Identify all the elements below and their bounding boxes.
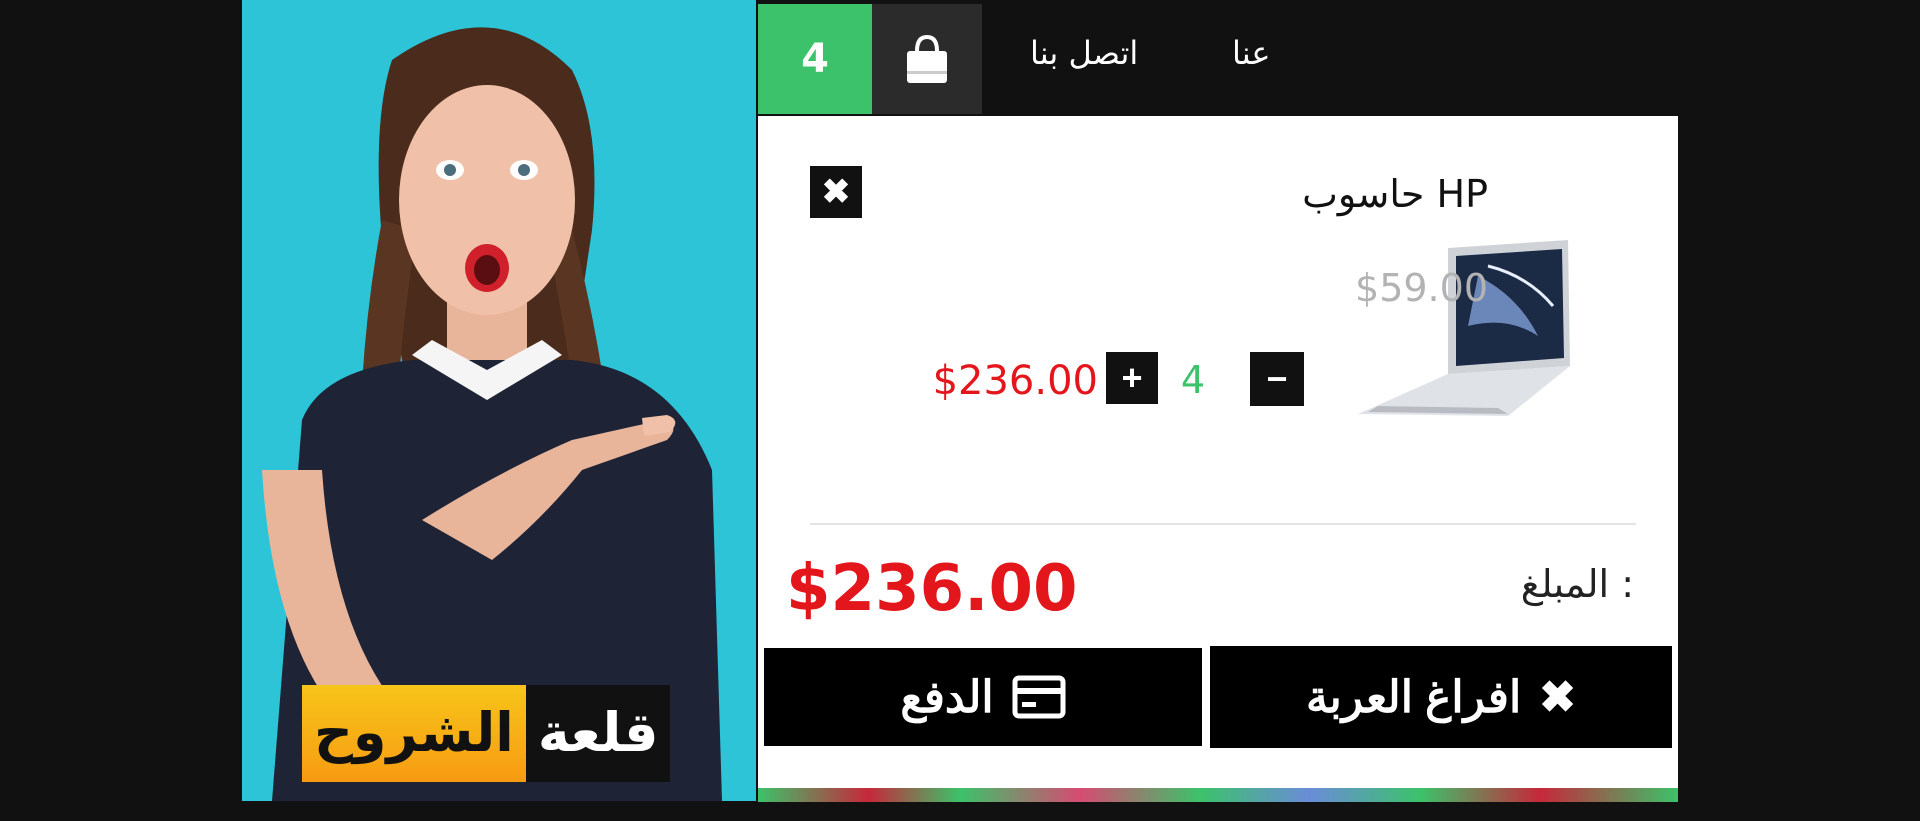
brand-logo-part2: الشروح xyxy=(302,685,526,782)
brand-logo-part1: قلعة xyxy=(525,685,671,782)
quantity-decrease-button[interactable]: − xyxy=(1250,352,1304,406)
cart-panel: ✖ حاسوب HP $59.00 − 4 + $236.00 المبلغ :… xyxy=(758,116,1678,802)
empty-cart-button[interactable]: افراغ العربة ✖ xyxy=(1210,646,1672,748)
cart-button[interactable] xyxy=(872,4,982,114)
product-name: حاسوب HP xyxy=(1302,172,1488,216)
shopping-bag-icon xyxy=(907,34,947,83)
checkout-label: الدفع xyxy=(900,672,994,722)
nav-link-contact[interactable]: اتصل بنا xyxy=(1030,34,1138,72)
laptop-thumbnail xyxy=(1358,240,1570,416)
quantity-increase-button[interactable]: + xyxy=(1106,352,1158,404)
divider xyxy=(810,523,1636,525)
quantity-value: 4 xyxy=(1180,358,1206,402)
total-label: المبلغ : xyxy=(1520,562,1634,606)
unit-price: $59.00 xyxy=(1355,266,1488,310)
close-icon: ✖ xyxy=(1539,672,1577,722)
total-value: $236.00 xyxy=(786,552,1078,626)
empty-cart-label: افراغ العربة xyxy=(1305,672,1522,722)
promo-image: قلعة الشروح xyxy=(242,0,756,801)
close-icon: ✖ xyxy=(821,173,851,211)
top-navigation: 4 اتصل بنا عنا xyxy=(758,0,1678,116)
checkout-button[interactable]: الدفع xyxy=(764,648,1202,746)
remove-item-button[interactable]: ✖ xyxy=(810,166,862,218)
nav-link-about[interactable]: عنا xyxy=(1232,34,1271,72)
brand-logo: قلعة الشروح xyxy=(302,685,671,782)
decorative-strip xyxy=(758,788,1678,802)
line-total: $236.00 xyxy=(932,358,1098,404)
woman-pointing-illustration xyxy=(262,27,722,801)
page: قلعة الشروح 4 اتصل بنا عنا ✖ حاسوب HP $5 xyxy=(0,0,1920,821)
cart-count-badge[interactable]: 4 xyxy=(758,4,872,114)
credit-card-icon xyxy=(1012,675,1066,719)
